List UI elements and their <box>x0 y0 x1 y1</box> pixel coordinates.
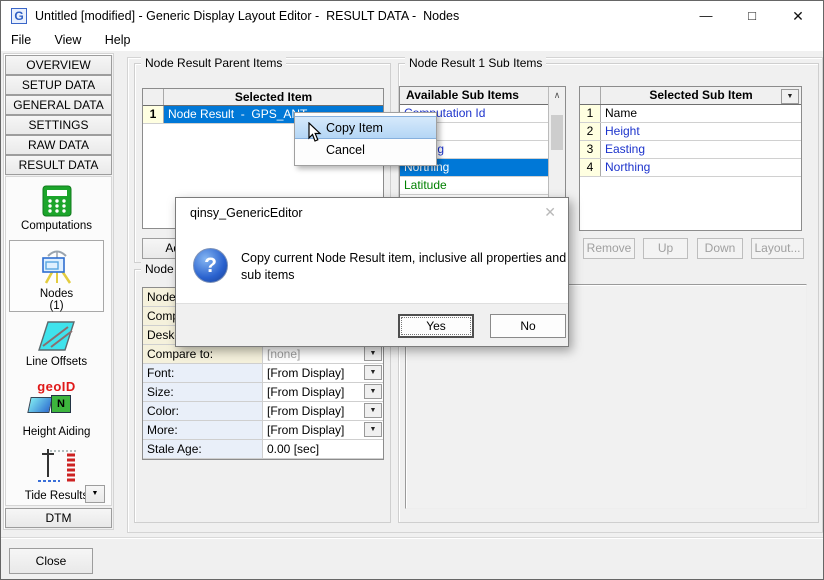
table-row[interactable]: 1 Name ▼ <box>580 105 801 123</box>
column-header: Selected Item <box>164 89 383 105</box>
sidebar-item-line-offsets[interactable]: Line Offsets <box>7 319 106 368</box>
property-label: Compare to: <box>143 345 263 363</box>
scrollbar[interactable]: ∧ ∨ <box>548 87 565 211</box>
property-row: More: [From Display] ▼ <box>143 421 383 440</box>
property-row: Stale Age: 0.00 [sec] <box>143 440 383 459</box>
calculator-icon <box>42 185 72 217</box>
question-icon: ? <box>193 248 228 283</box>
sidebar-item-nodes[interactable]: Nodes (1) <box>9 240 104 312</box>
sidebar-item-height-aiding[interactable]: geoID N Height Aiding <box>7 379 106 438</box>
menu-file[interactable]: File <box>1 31 41 49</box>
sidebar-item-label: Height Aiding <box>7 426 106 438</box>
selected-sub-item-table: Selected Sub Item 1 Name ▼ 2 Height ▼ 3 … <box>579 86 802 231</box>
tide-gauge-icon <box>34 443 80 487</box>
property-label: Size: <box>143 383 263 401</box>
dialog-button-strip: Yes No <box>176 303 568 346</box>
table-row[interactable]: 3 Easting ▼ <box>580 141 801 159</box>
sidebar-item-count: (1) <box>10 300 103 312</box>
row-text: Height <box>601 123 801 140</box>
bottom-separator <box>1 537 824 539</box>
row-number: 1 <box>143 106 164 123</box>
sidebar-item-label: Line Offsets <box>7 356 106 368</box>
sidebar-section-general-data[interactable]: GENERAL DATA <box>5 95 112 115</box>
dialog-message: Copy current Node Result item, inclusive… <box>241 250 566 284</box>
property-label: More: <box>143 421 263 439</box>
parent-items-group-label: Node Result Parent Items <box>141 56 286 71</box>
context-menu: Copy Item Cancel <box>294 112 437 166</box>
menu-view[interactable]: View <box>45 31 92 49</box>
menu-bar: File View Help <box>1 31 824 51</box>
maximize-button[interactable]: □ <box>729 1 775 31</box>
property-row: Size: [From Display] ▼ <box>143 383 383 402</box>
sidebar-section-dtm[interactable]: DTM <box>5 508 112 528</box>
dialog-message-line1: Copy current Node Result item, inclusive… <box>241 250 566 267</box>
column-header: Selected Sub Item <box>601 87 801 104</box>
dropdown-arrow-icon[interactable]: ▼ <box>364 384 382 399</box>
dialog-close-icon[interactable]: ✕ <box>544 204 556 221</box>
line-offsets-icon <box>38 319 76 353</box>
property-row: Compare to: [none] ▼ <box>143 345 383 364</box>
sidebar-item-computations[interactable]: Computations <box>7 185 106 232</box>
row-text: Northing <box>601 159 801 176</box>
property-row: Color: [From Display] ▼ <box>143 402 383 421</box>
property-label: Font: <box>143 364 263 382</box>
selected-sub-header-row: Selected Sub Item <box>580 87 801 105</box>
sidebar-section-result-data[interactable]: RESULT DATA <box>5 155 112 175</box>
row-number: 3 <box>580 141 601 158</box>
yes-button[interactable]: Yes <box>398 314 474 338</box>
property-value[interactable]: 0.00 [sec] <box>263 440 383 458</box>
property-label: Color: <box>143 402 263 420</box>
dropdown-arrow-icon[interactable]: ▼ <box>781 89 799 104</box>
row-text: Name <box>601 105 801 122</box>
scroll-up-icon[interactable]: ∧ <box>549 87 565 104</box>
titlebar: G Untitled [modified] - Generic Display … <box>1 1 824 31</box>
sub-items-group-label: Node Result 1 Sub Items <box>405 56 546 71</box>
confirm-dialog: qinsy_GenericEditor ✕ ? Copy current Nod… <box>175 197 569 347</box>
table-row[interactable]: 4 Northing ▼ <box>580 159 801 177</box>
dropdown-arrow-icon[interactable]: ▼ <box>364 365 382 380</box>
dropdown-arrow-icon[interactable]: ▼ <box>364 422 382 437</box>
selected-item-header-row: Selected Item <box>143 89 383 106</box>
row-text: Easting <box>601 141 801 158</box>
window-title: Untitled [modified] - Generic Display La… <box>35 9 459 23</box>
sidebar-section-settings[interactable]: SETTINGS <box>5 115 112 135</box>
list-item[interactable]: Latitude <box>400 177 548 195</box>
dialog-title: qinsy_GenericEditor <box>190 206 303 220</box>
layout-button[interactable]: Layout... <box>751 238 804 259</box>
sidebar-item-label: Computations <box>7 220 106 232</box>
sidebar-item-label: Nodes <box>10 288 103 300</box>
table-row[interactable]: 2 Height ▼ <box>580 123 801 141</box>
scrollbar-thumb[interactable] <box>551 115 563 150</box>
dialog-message-line2: sub items <box>241 267 566 284</box>
sidebar-section-overview[interactable]: OVERVIEW <box>5 55 112 75</box>
close-window-button[interactable]: ✕ <box>775 1 821 31</box>
row-number: 4 <box>580 159 601 176</box>
down-button[interactable]: Down <box>697 238 743 259</box>
menu-help[interactable]: Help <box>95 31 141 49</box>
property-row: Font: [From Display] ▼ <box>143 364 383 383</box>
row-number: 2 <box>580 123 601 140</box>
remove-button[interactable]: Remove <box>583 238 635 259</box>
dropdown-arrow-icon[interactable]: ▼ <box>364 403 382 418</box>
property-label: Stale Age: <box>143 440 263 458</box>
application-window: G Untitled [modified] - Generic Display … <box>0 0 824 580</box>
app-logo-icon: G <box>11 8 27 24</box>
minimize-button[interactable]: — <box>683 1 729 31</box>
dropdown-arrow-icon[interactable]: ▼ <box>364 346 382 361</box>
gps-antenna-icon <box>37 245 77 285</box>
sidebar-section-raw-data[interactable]: RAW DATA <box>5 135 112 155</box>
geoid-icon: geoID N <box>7 379 106 423</box>
sidebar-section-setup-data[interactable]: SETUP DATA <box>5 75 112 95</box>
cursor-arrow-icon <box>308 122 322 143</box>
sidebar-scroll-down-button[interactable]: ▼ <box>85 485 105 503</box>
available-header: Available Sub Items <box>400 87 548 105</box>
close-button[interactable]: Close <box>9 548 93 574</box>
up-button[interactable]: Up <box>643 238 688 259</box>
row-number: 1 <box>580 105 601 122</box>
no-button[interactable]: No <box>490 314 566 338</box>
